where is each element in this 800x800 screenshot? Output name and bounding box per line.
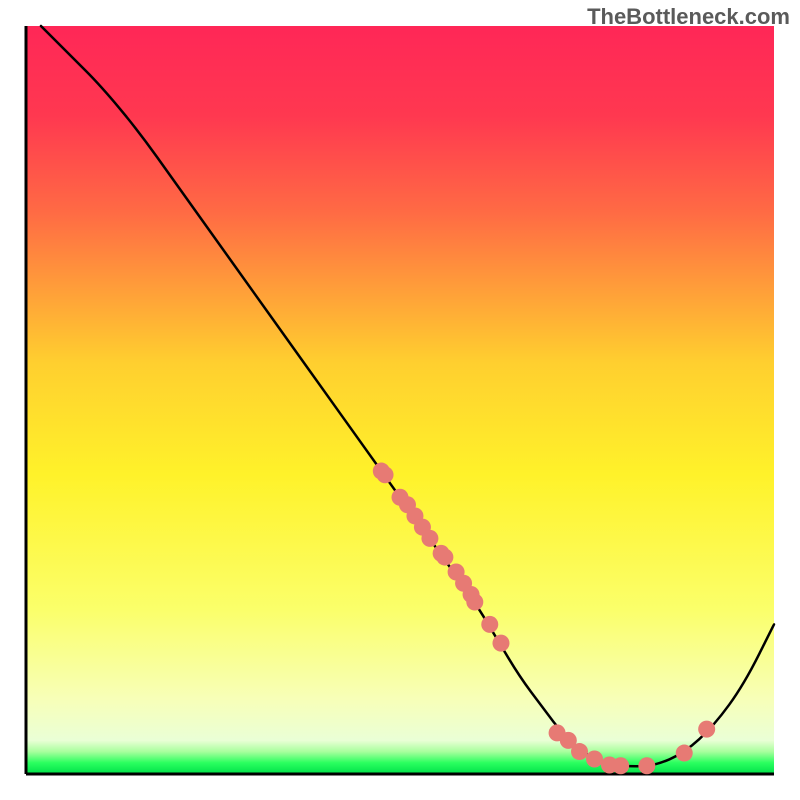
scatter-point: [466, 593, 483, 610]
scatter-point: [676, 745, 693, 762]
chart-container: TheBottleneck.com: [0, 0, 800, 800]
scatter-point: [586, 751, 603, 768]
scatter-point: [492, 635, 509, 652]
scatter-point: [421, 530, 438, 547]
attribution-label: TheBottleneck.com: [587, 4, 790, 30]
scatter-point: [571, 743, 588, 760]
scatter-point: [436, 549, 453, 566]
scatter-point: [638, 757, 655, 774]
scatter-point: [698, 721, 715, 738]
scatter-point: [377, 466, 394, 483]
chart-svg: [0, 0, 800, 800]
scatter-point: [481, 616, 498, 633]
gradient-background: [26, 26, 774, 774]
scatter-point: [612, 757, 629, 774]
